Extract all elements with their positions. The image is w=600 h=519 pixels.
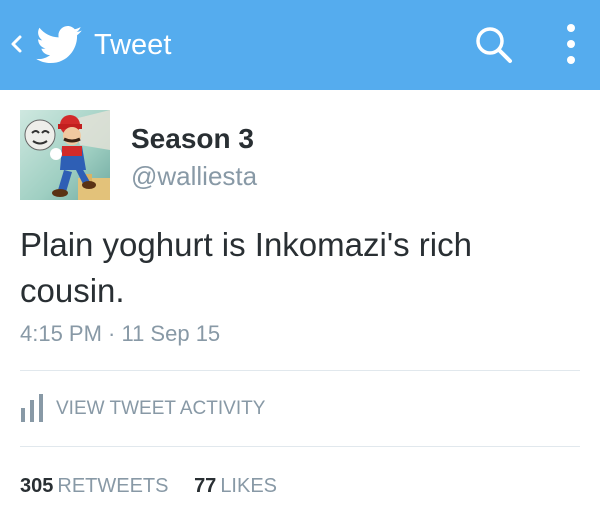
app-bar: Tweet [0, 0, 600, 90]
author-handle[interactable]: @walliesta [131, 160, 257, 192]
author-display-name[interactable]: Season 3 [131, 122, 254, 156]
avatar[interactable] [20, 110, 110, 200]
view-tweet-activity-label: VIEW TWEET ACTIVITY [56, 398, 266, 419]
likes-count: 77 [194, 475, 217, 497]
divider [20, 370, 580, 371]
likes-stat[interactable]: 77 LIKES [194, 473, 277, 499]
retweets-label: RETWEETS [57, 475, 169, 497]
search-icon [476, 27, 512, 63]
search-button[interactable] [470, 22, 520, 68]
more-dot [567, 56, 575, 64]
tweet-stats: 305 RETWEETS 77 LIKES [20, 473, 277, 499]
bar-chart-icon [21, 394, 43, 422]
likes-label: LIKES [220, 475, 278, 497]
retweets-count: 305 [20, 475, 54, 497]
page-title: Tweet [94, 29, 172, 61]
view-tweet-activity-button[interactable]: VIEW TWEET ACTIVITY [20, 392, 580, 426]
chevron-left-icon [11, 35, 22, 53]
tweet-text: Plain yoghurt is Inkomazi's rich cousin. [20, 226, 472, 309]
more-options-button[interactable] [552, 18, 590, 70]
more-dot [567, 40, 575, 48]
avatar-illustration [20, 110, 110, 200]
tweet-detail-screen: Tweet Season 3 @walliesta Plain yoghurt … [0, 0, 600, 519]
twitter-bird-icon [36, 26, 82, 64]
divider [20, 446, 580, 447]
tweet-timestamp: 4:15 PM · 11 Sep 15 [20, 321, 221, 346]
more-dot [567, 24, 575, 32]
retweets-stat[interactable]: 305 RETWEETS [20, 473, 169, 499]
back-button[interactable]: Tweet [0, 0, 180, 90]
